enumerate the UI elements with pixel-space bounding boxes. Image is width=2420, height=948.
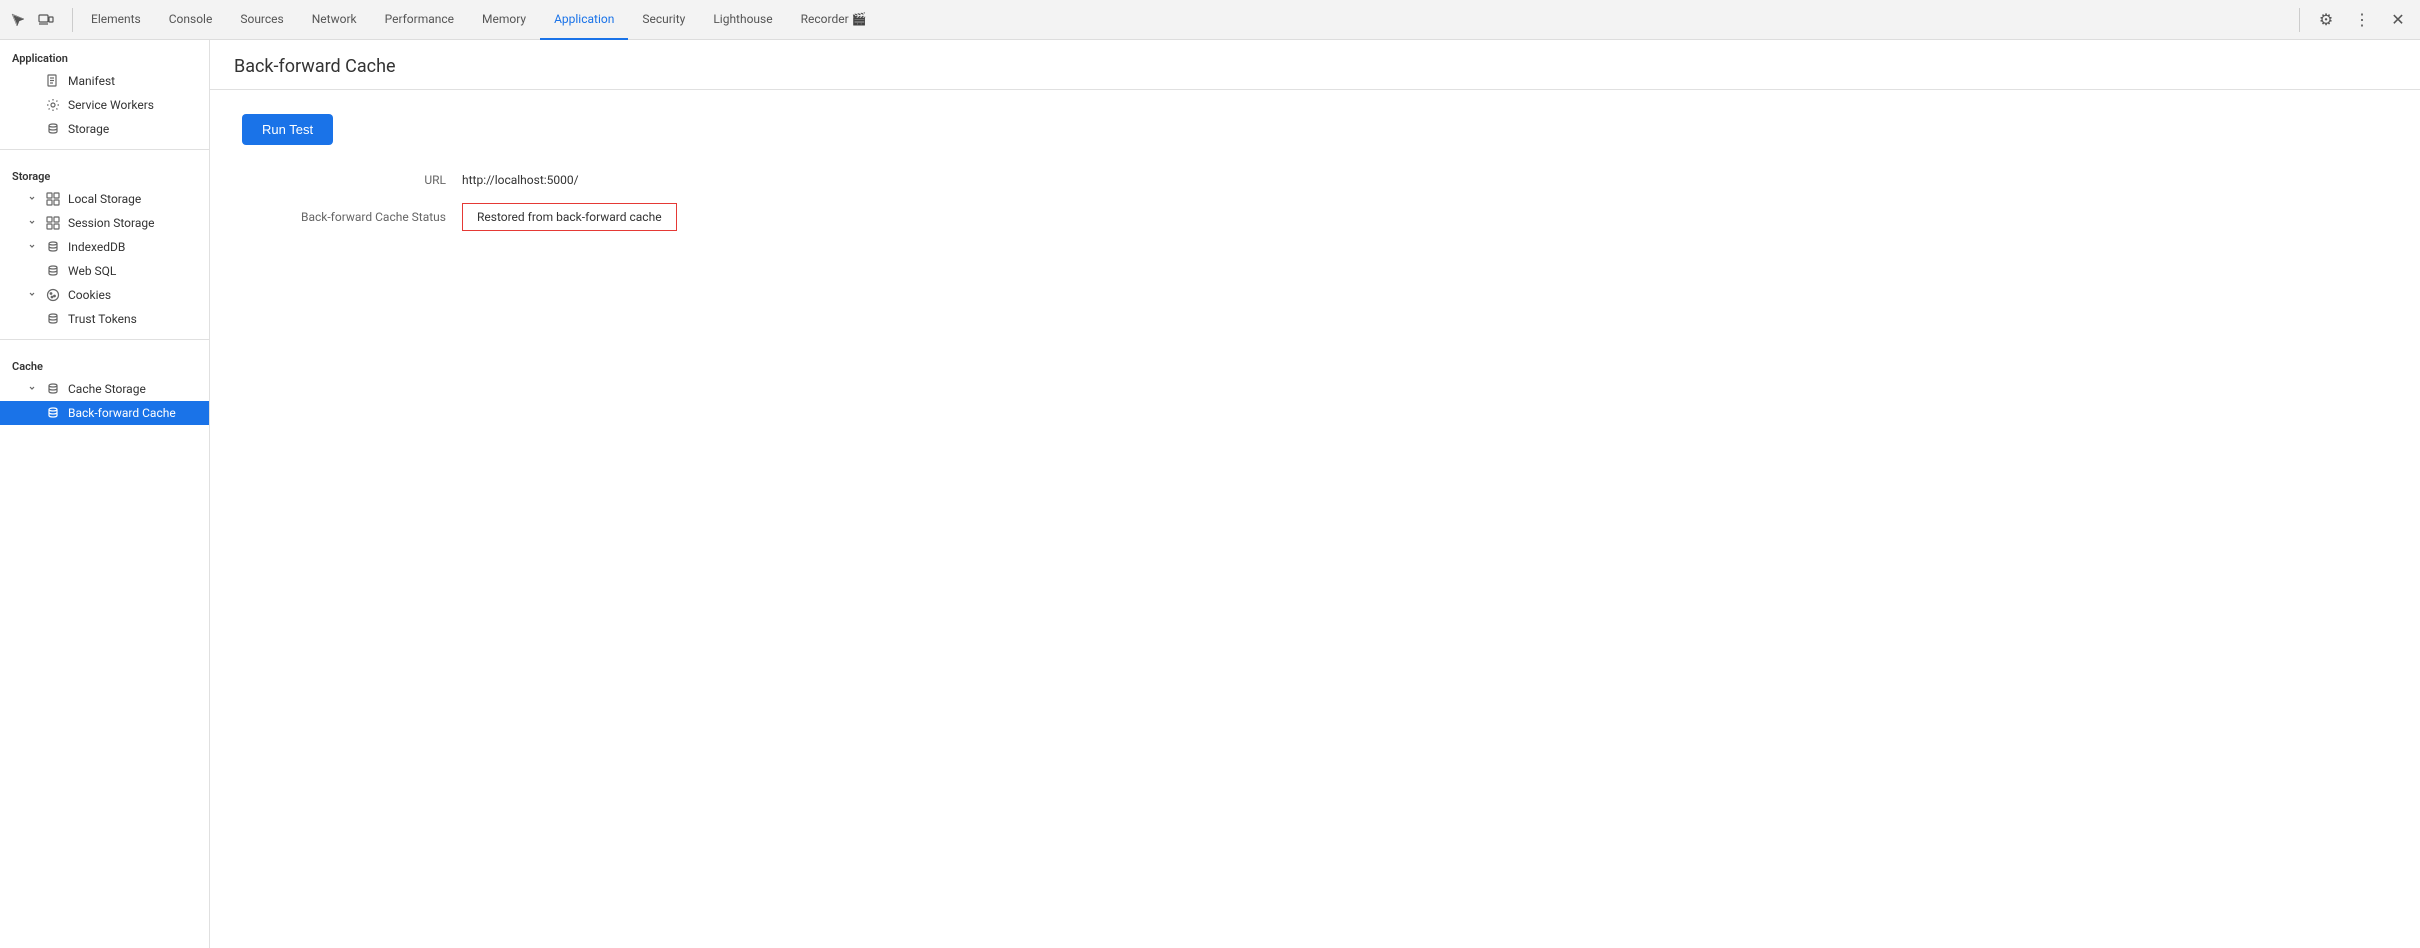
status-row: Back-forward Cache Status Restored from … — [242, 203, 2388, 231]
sidebar-label-local-storage: Local Storage — [68, 192, 141, 206]
tab-bar: ElementsConsoleSourcesNetworkPerformance… — [0, 0, 2420, 40]
tab-lighthouse[interactable]: Lighthouse — [699, 0, 786, 40]
grid-icon-session-storage — [46, 216, 60, 230]
settings-icon[interactable]: ⚙ — [2312, 6, 2340, 34]
url-value: http://localhost:5000/ — [462, 173, 579, 187]
content-title: Back-forward Cache — [234, 56, 2396, 77]
main-layout: Application Manifest Service Workers Sto… — [0, 40, 2420, 948]
content-title-bar: Back-forward Cache — [210, 40, 2420, 90]
sidebar-label-cookies: Cookies — [68, 288, 111, 302]
sidebar-label-back-forward-cache: Back-forward Cache — [68, 406, 176, 420]
tab-security[interactable]: Security — [628, 0, 699, 40]
cookie-icon-cookies — [46, 288, 60, 302]
db-icon-cache-storage — [46, 382, 60, 396]
tab-console[interactable]: Console — [155, 0, 227, 40]
db-icon-storage — [46, 122, 60, 136]
tab-elements[interactable]: Elements — [77, 0, 155, 40]
cursor-icon[interactable] — [8, 10, 28, 30]
tab-memory[interactable]: Memory — [468, 0, 540, 40]
sidebar: Application Manifest Service Workers Sto… — [0, 40, 210, 948]
sidebar-item-cookies[interactable]: Cookies — [0, 283, 209, 307]
status-label: Back-forward Cache Status — [242, 210, 462, 224]
sidebar-label-manifest: Manifest — [68, 74, 115, 88]
sidebar-item-back-forward-cache[interactable]: Back-forward Cache — [0, 401, 209, 425]
file-icon-manifest — [46, 74, 60, 88]
tab-sources[interactable]: Sources — [226, 0, 297, 40]
sidebar-label-web-sql: Web SQL — [68, 264, 116, 278]
devtools-icons — [8, 10, 68, 30]
sidebar-container: Application Manifest Service Workers Sto… — [0, 40, 209, 425]
sidebar-divider-1 — [0, 149, 209, 150]
sidebar-label-service-workers: Service Workers — [68, 98, 154, 112]
main-content: Back-forward Cache Run Test URL http://l… — [210, 40, 2420, 948]
tabs-container: ElementsConsoleSourcesNetworkPerformance… — [77, 0, 881, 40]
chevron-icon-session-storage — [28, 218, 36, 229]
sidebar-item-local-storage[interactable]: Local Storage — [0, 187, 209, 211]
url-row: URL http://localhost:5000/ — [242, 173, 2388, 187]
content-body: Run Test URL http://localhost:5000/ Back… — [210, 90, 2420, 271]
tab-divider-right — [2299, 8, 2300, 32]
sidebar-item-cache-storage[interactable]: Cache Storage — [0, 377, 209, 401]
sidebar-item-web-sql[interactable]: Web SQL — [0, 259, 209, 283]
run-test-button[interactable]: Run Test — [242, 114, 333, 145]
sidebar-label-trust-tokens: Trust Tokens — [68, 312, 137, 326]
sidebar-item-service-workers[interactable]: Service Workers — [0, 93, 209, 117]
sidebar-section-label-1: Storage — [0, 158, 209, 187]
url-label: URL — [242, 173, 462, 187]
sidebar-section-label-0: Application — [0, 40, 209, 69]
tab-recorder[interactable]: Recorder 🎬 — [787, 0, 881, 40]
tab-application[interactable]: Application — [540, 0, 628, 40]
chevron-icon-cache-storage — [28, 384, 36, 395]
sidebar-item-indexeddb[interactable]: IndexedDB — [0, 235, 209, 259]
sidebar-label-indexeddb: IndexedDB — [68, 240, 125, 254]
more-icon[interactable]: ⋮ — [2348, 6, 2376, 34]
sidebar-divider-2 — [0, 339, 209, 340]
gear-icon-service-workers — [46, 98, 60, 112]
status-value: Restored from back-forward cache — [462, 203, 677, 231]
sidebar-section-label-2: Cache — [0, 348, 209, 377]
tab-network[interactable]: Network — [298, 0, 371, 40]
device-icon[interactable] — [36, 10, 56, 30]
grid-icon-local-storage — [46, 192, 60, 206]
tab-performance[interactable]: Performance — [371, 0, 468, 40]
tab-divider-left — [72, 8, 73, 32]
chevron-icon-indexeddb — [28, 242, 36, 253]
sidebar-item-storage[interactable]: Storage — [0, 117, 209, 141]
db-icon-trust-tokens — [46, 312, 60, 326]
chevron-icon-cookies — [28, 290, 36, 301]
chevron-icon-local-storage — [28, 194, 36, 205]
sidebar-item-manifest[interactable]: Manifest — [0, 69, 209, 93]
db-icon-back-forward-cache — [46, 406, 60, 420]
sidebar-label-session-storage: Session Storage — [68, 216, 154, 230]
sidebar-item-session-storage[interactable]: Session Storage — [0, 211, 209, 235]
db-icon-indexeddb — [46, 240, 60, 254]
sidebar-item-trust-tokens[interactable]: Trust Tokens — [0, 307, 209, 331]
db-icon-web-sql — [46, 264, 60, 278]
sidebar-label-cache-storage: Cache Storage — [68, 382, 146, 396]
tab-bar-right: ⚙ ⋮ ✕ — [2295, 6, 2412, 34]
sidebar-label-storage: Storage — [68, 122, 109, 136]
close-icon[interactable]: ✕ — [2384, 6, 2412, 34]
